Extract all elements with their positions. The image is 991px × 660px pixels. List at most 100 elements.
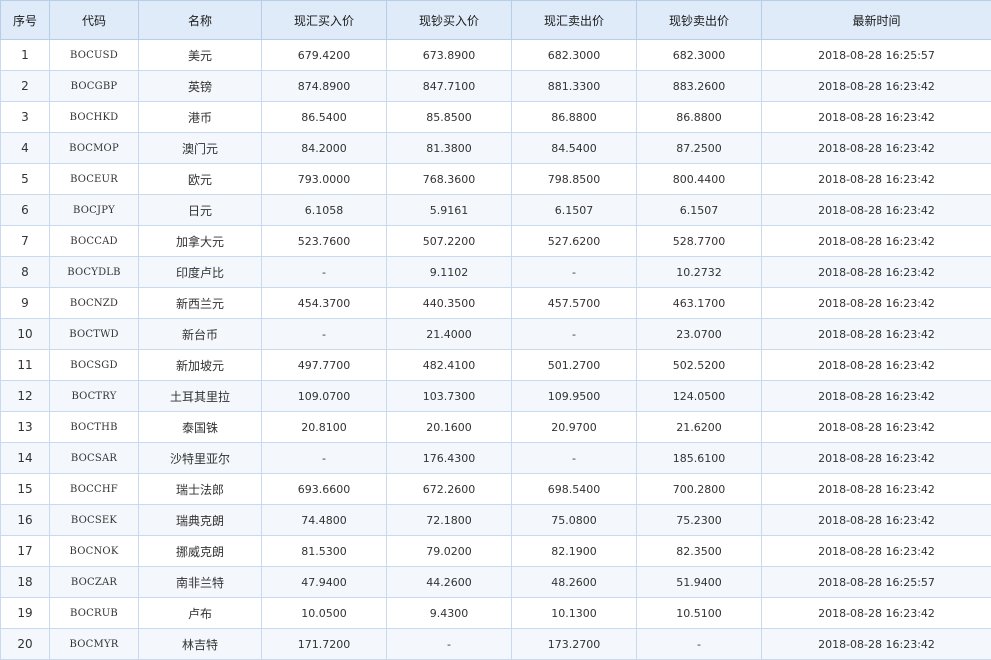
cell-code[interactable]: BOCUSD (50, 40, 139, 71)
cell-code[interactable]: BOCRUB (50, 598, 139, 629)
cell-name[interactable]: 英镑 (139, 71, 262, 102)
cell-name[interactable]: 新加坡元 (139, 350, 262, 381)
cell-code[interactable]: BOCMOP (50, 133, 139, 164)
cell-index: 20 (1, 629, 50, 660)
header-row: 序号 代码 名称 现汇买入价 现钞买入价 现汇卖出价 现钞卖出价 最新时间 (1, 1, 991, 40)
cell-name[interactable]: 林吉特 (139, 629, 262, 660)
cell-spot-sell: - (512, 319, 637, 350)
cell-cash-sell: 75.2300 (637, 505, 762, 536)
cell-name[interactable]: 印度卢比 (139, 257, 262, 288)
table-row: 5BOCEUR欧元793.0000768.3600798.8500800.440… (1, 164, 991, 195)
cell-name[interactable]: 挪威克朗 (139, 536, 262, 567)
cell-spot-sell: 84.5400 (512, 133, 637, 164)
cell-cash-buy: 176.4300 (387, 443, 512, 474)
table-row: 14BOCSAR沙特里亚尔-176.4300-185.61002018-08-2… (1, 443, 991, 474)
cell-time: 2018-08-28 16:23:42 (762, 443, 991, 474)
cell-spot-sell: - (512, 443, 637, 474)
cell-cash-buy: 9.1102 (387, 257, 512, 288)
cell-spot-sell: 457.5700 (512, 288, 637, 319)
cell-code[interactable]: BOCTHB (50, 412, 139, 443)
cell-time: 2018-08-28 16:23:42 (762, 71, 991, 102)
cell-cash-buy: 440.3500 (387, 288, 512, 319)
cell-spot-buy: 86.5400 (262, 102, 387, 133)
cell-spot-buy: - (262, 319, 387, 350)
cell-code[interactable]: BOCSEK (50, 505, 139, 536)
cell-spot-buy: 171.7200 (262, 629, 387, 660)
cell-name[interactable]: 瑞典克朗 (139, 505, 262, 536)
col-header-cash-sell[interactable]: 现钞卖出价 (637, 1, 762, 40)
cell-code[interactable]: BOCSGD (50, 350, 139, 381)
col-header-spot-buy[interactable]: 现汇买入价 (262, 1, 387, 40)
col-header-time[interactable]: 最新时间 (762, 1, 991, 40)
cell-code[interactable]: BOCCHF (50, 474, 139, 505)
cell-cash-sell: 21.6200 (637, 412, 762, 443)
cell-name[interactable]: 美元 (139, 40, 262, 71)
cell-time: 2018-08-28 16:23:42 (762, 102, 991, 133)
col-header-code[interactable]: 代码 (50, 1, 139, 40)
cell-time: 2018-08-28 16:23:42 (762, 164, 991, 195)
cell-code[interactable]: BOCSAR (50, 443, 139, 474)
cell-name[interactable]: 瑞士法郎 (139, 474, 262, 505)
cell-spot-sell: 10.1300 (512, 598, 637, 629)
cell-cash-sell: 6.1507 (637, 195, 762, 226)
col-header-spot-sell[interactable]: 现汇卖出价 (512, 1, 637, 40)
cell-name[interactable]: 欧元 (139, 164, 262, 195)
cell-code[interactable]: BOCHKD (50, 102, 139, 133)
table-row: 13BOCTHB泰国铢20.810020.160020.970021.62002… (1, 412, 991, 443)
cell-index: 12 (1, 381, 50, 412)
cell-cash-sell: 883.2600 (637, 71, 762, 102)
cell-code[interactable]: BOCCAD (50, 226, 139, 257)
cell-code[interactable]: BOCGBP (50, 71, 139, 102)
cell-code[interactable]: BOCNOK (50, 536, 139, 567)
cell-index: 14 (1, 443, 50, 474)
cell-code[interactable]: BOCJPY (50, 195, 139, 226)
cell-name[interactable]: 卢布 (139, 598, 262, 629)
table-row: 1BOCUSD美元679.4200673.8900682.3000682.300… (1, 40, 991, 71)
cell-time: 2018-08-28 16:23:42 (762, 536, 991, 567)
cell-cash-sell: 185.6100 (637, 443, 762, 474)
cell-index: 9 (1, 288, 50, 319)
cell-name[interactable]: 港币 (139, 102, 262, 133)
cell-spot-buy: 47.9400 (262, 567, 387, 598)
cell-spot-sell: 682.3000 (512, 40, 637, 71)
cell-code[interactable]: BOCYDLB (50, 257, 139, 288)
cell-code[interactable]: BOCZAR (50, 567, 139, 598)
col-header-cash-buy[interactable]: 现钞买入价 (387, 1, 512, 40)
cell-name[interactable]: 土耳其里拉 (139, 381, 262, 412)
cell-code[interactable]: BOCEUR (50, 164, 139, 195)
cell-cash-buy: 103.7300 (387, 381, 512, 412)
cell-time: 2018-08-28 16:23:42 (762, 195, 991, 226)
cell-spot-sell: 501.2700 (512, 350, 637, 381)
cell-code[interactable]: BOCNZD (50, 288, 139, 319)
cell-cash-buy: 847.7100 (387, 71, 512, 102)
cell-name[interactable]: 新西兰元 (139, 288, 262, 319)
cell-cash-buy: 9.4300 (387, 598, 512, 629)
cell-spot-sell: 48.2600 (512, 567, 637, 598)
cell-spot-sell: 6.1507 (512, 195, 637, 226)
table-row: 18BOCZAR南非兰特47.940044.260048.260051.9400… (1, 567, 991, 598)
cell-code[interactable]: BOCMYR (50, 629, 139, 660)
cell-name[interactable]: 加拿大元 (139, 226, 262, 257)
table-row: 8BOCYDLB印度卢比-9.1102-10.27322018-08-28 16… (1, 257, 991, 288)
cell-spot-buy: 793.0000 (262, 164, 387, 195)
col-header-index[interactable]: 序号 (1, 1, 50, 40)
cell-cash-buy: 81.3800 (387, 133, 512, 164)
cell-index: 7 (1, 226, 50, 257)
cell-cash-buy: 21.4000 (387, 319, 512, 350)
cell-index: 3 (1, 102, 50, 133)
col-header-name[interactable]: 名称 (139, 1, 262, 40)
cell-name[interactable]: 日元 (139, 195, 262, 226)
cell-code[interactable]: BOCTRY (50, 381, 139, 412)
cell-spot-buy: 74.4800 (262, 505, 387, 536)
cell-name[interactable]: 沙特里亚尔 (139, 443, 262, 474)
cell-name[interactable]: 泰国铢 (139, 412, 262, 443)
cell-cash-sell: 682.3000 (637, 40, 762, 71)
cell-code[interactable]: BOCTWD (50, 319, 139, 350)
cell-name[interactable]: 南非兰特 (139, 567, 262, 598)
table-row: 16BOCSEK瑞典克朗74.480072.180075.080075.2300… (1, 505, 991, 536)
cell-cash-sell: 87.2500 (637, 133, 762, 164)
cell-name[interactable]: 澳门元 (139, 133, 262, 164)
cell-spot-buy: 6.1058 (262, 195, 387, 226)
cell-name[interactable]: 新台币 (139, 319, 262, 350)
cell-cash-buy: 482.4100 (387, 350, 512, 381)
